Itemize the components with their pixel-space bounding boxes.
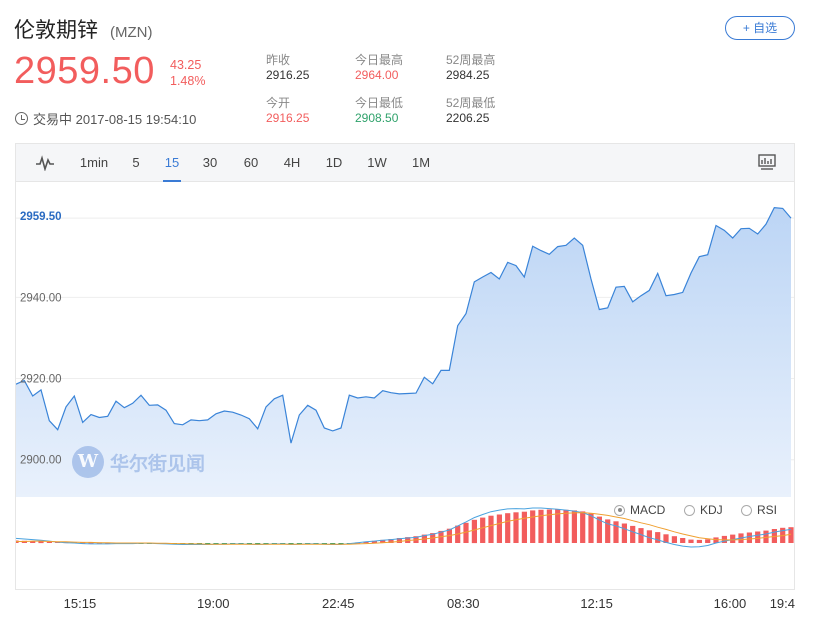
chart-panel: 1min 5 15 30 60 4H 1D 1W 1M 2900.00 2920.…	[15, 143, 795, 590]
tab-5[interactable]: 5	[128, 144, 144, 182]
macd-histogram-bar	[505, 513, 511, 543]
stats-col-1: 昨收 2916.25 今开 2916.25	[266, 53, 309, 126]
w52-high-label: 52周最高	[446, 53, 496, 67]
stats-col-2: 今日最高 2964.00 今日最低 2908.50	[355, 53, 403, 126]
tab-15[interactable]: 15	[163, 144, 181, 182]
macd-histogram-bar	[571, 510, 577, 543]
macd-histogram-bar	[671, 536, 677, 543]
stats-col-3: 52周最高 2984.25 52周最低 2206.25	[446, 53, 495, 126]
x-tick-label: 19:00	[197, 596, 230, 611]
instrument-name: 伦敦期锌	[14, 19, 98, 42]
high-value: 2964.00	[355, 68, 399, 82]
x-tick-label: 16:00	[713, 596, 747, 611]
watermark-text: 华尔街见闻	[110, 452, 206, 475]
add-watchlist-button[interactable]: + 自选	[725, 16, 795, 40]
tab-1min[interactable]: 1min	[72, 144, 116, 182]
w52-low-label: 52周最低	[446, 96, 496, 110]
macd-histogram-bar	[755, 531, 761, 543]
fullscreen-icon[interactable]	[758, 154, 776, 171]
tab-1d[interactable]: 1D	[323, 144, 345, 182]
instrument-title: 伦敦期锌 (MZN)	[14, 14, 152, 44]
tab-1m[interactable]: 1M	[409, 144, 433, 182]
low-value: 2908.50	[355, 111, 399, 125]
macd-histogram-bar	[705, 539, 711, 543]
status-text: 交易中 2017-08-15 19:54:10	[33, 112, 197, 127]
instrument-code: (MZN)	[110, 24, 153, 41]
macd-histogram-bar	[480, 517, 486, 543]
high-label: 今日最高	[355, 53, 404, 67]
macd-histogram-bar	[630, 525, 636, 543]
prev-close-label: 昨收	[266, 53, 291, 67]
change-percent: 1.48%	[170, 74, 206, 88]
watermark: W 华尔街见闻	[72, 446, 205, 478]
w52-low-value: 2206.25	[446, 111, 490, 125]
macd-histogram-bar	[680, 538, 686, 543]
macd-histogram-bar	[538, 509, 544, 543]
line-chart-icon[interactable]	[36, 155, 54, 171]
macd-histogram-bar	[613, 521, 619, 543]
macd-chart[interactable]	[16, 497, 794, 589]
open-value: 2916.25	[266, 111, 310, 125]
clock-icon	[15, 112, 28, 125]
w52-high-value: 2984.25	[446, 68, 490, 82]
current-price-marker: 2959.50	[20, 211, 62, 224]
macd-histogram-bar	[696, 539, 702, 543]
y-tick-label: 2920.00	[20, 374, 62, 386]
macd-histogram-bar	[621, 523, 627, 543]
macd-histogram-bar	[580, 511, 586, 543]
trading-status: 交易中 2017-08-15 19:54:10	[15, 109, 196, 128]
current-price: 2959.50	[14, 50, 155, 92]
macd-histogram-bar	[488, 515, 494, 543]
tab-1w[interactable]: 1W	[365, 144, 389, 182]
x-axis: 15:15 19:00 22:45 08:30 12:15 16:00 19:4	[15, 596, 795, 616]
tab-60[interactable]: 60	[241, 144, 261, 182]
macd-histogram-bar	[655, 532, 661, 543]
y-tick-label: 2900.00	[20, 455, 62, 467]
price-change: 43.25 1.48%	[170, 57, 205, 89]
low-label: 今日最低	[355, 96, 404, 110]
x-tick-label: 15:15	[63, 596, 97, 611]
open-label: 今开	[266, 96, 291, 110]
macd-histogram-bar	[521, 511, 527, 543]
x-tick-label: 12:15	[580, 596, 613, 611]
macd-histogram-bar	[688, 539, 694, 543]
macd-histogram-bar	[496, 514, 502, 543]
macd-histogram-bar	[513, 512, 519, 543]
x-tick-label: 19:4	[769, 596, 795, 611]
change-value: 43.25	[170, 58, 202, 72]
x-tick-label: 08:30	[447, 596, 480, 611]
macd-histogram-bar	[746, 532, 752, 543]
macd-histogram-bar	[563, 509, 569, 543]
macd-histogram-bar	[38, 541, 44, 544]
tab-4h[interactable]: 4H	[281, 144, 303, 182]
macd-histogram-bar	[588, 513, 594, 543]
macd-histogram-bar	[471, 519, 477, 544]
y-tick-label: 2940.00	[20, 292, 62, 304]
macd-histogram-bar	[530, 510, 536, 543]
wallstreetcn-logo-icon: W	[72, 446, 104, 478]
x-tick-label: 22:45	[322, 596, 355, 611]
tab-30[interactable]: 30	[200, 144, 220, 182]
prev-close-value: 2916.25	[266, 68, 310, 82]
period-tabbar: 1min 5 15 30 60 4H 1D 1W 1M	[16, 144, 794, 182]
